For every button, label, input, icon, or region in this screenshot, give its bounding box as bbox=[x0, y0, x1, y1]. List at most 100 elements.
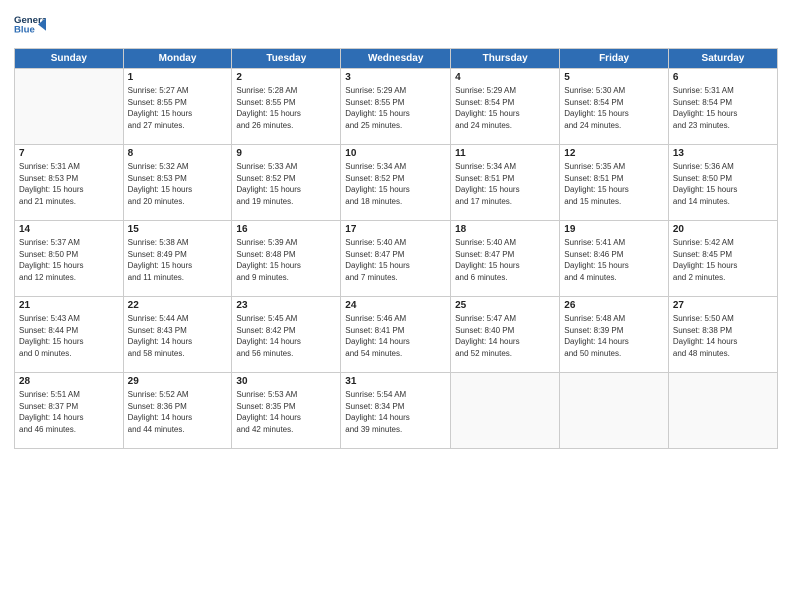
calendar-cell: 23Sunrise: 5:45 AMSunset: 8:42 PMDayligh… bbox=[232, 297, 341, 373]
calendar-cell: 9 Sunrise: 5:33 AMSunset: 8:52 PMDaylight… bbox=[232, 145, 341, 221]
calendar-cell: 20 Sunrise: 5:42 AMSunset: 8:45 PMDayligh… bbox=[668, 221, 777, 297]
column-header-sunday: Sunday bbox=[15, 49, 124, 69]
day-info: Sunrise: 5:30 AMSunset: 8:54 PMDaylight:… bbox=[564, 85, 664, 131]
day-number: 9 bbox=[236, 148, 336, 159]
calendar-cell: 24 Sunrise: 5:46 AMSunset: 8:41 PMDayligh… bbox=[341, 297, 451, 373]
calendar-cell: 30 Sunrise: 5:53 AMSunset: 8:35 PMDayligh… bbox=[232, 373, 341, 449]
calendar-cell: 4 Sunrise: 5:29 AMSunset: 8:54 PMDaylight… bbox=[451, 69, 560, 145]
day-number: 26 bbox=[564, 300, 664, 311]
calendar-cell: 3 Sunrise: 5:29 AMSunset: 8:55 PMDaylight… bbox=[341, 69, 451, 145]
day-info: Sunrise: 5:29 AMSunset: 8:55 PMDaylight:… bbox=[345, 85, 446, 131]
day-info: Sunrise: 5:52 AMSunset: 8:36 PMDaylight:… bbox=[128, 389, 228, 435]
day-info: Sunrise: 5:32 AMSunset: 8:53 PMDaylight:… bbox=[128, 161, 228, 207]
day-number: 16 bbox=[236, 224, 336, 235]
day-info: Sunrise: 5:48 AMSunset: 8:39 PMDaylight:… bbox=[564, 313, 664, 359]
calendar-cell: 14 Sunrise: 5:37 AMSunset: 8:50 PMDayligh… bbox=[15, 221, 124, 297]
day-info: Sunrise: 5:28 AMSunset: 8:55 PMDaylight:… bbox=[236, 85, 336, 131]
day-number: 11 bbox=[455, 148, 555, 159]
calendar-cell: 26 Sunrise: 5:48 AMSunset: 8:39 PMDayligh… bbox=[560, 297, 669, 373]
week-row-4: 21 Sunrise: 5:43 AMSunset: 8:44 PMDayligh… bbox=[15, 297, 778, 373]
column-header-monday: Monday bbox=[123, 49, 232, 69]
day-number: 5 bbox=[564, 72, 664, 83]
calendar-cell: 8 Sunrise: 5:32 AMSunset: 8:53 PMDaylight… bbox=[123, 145, 232, 221]
calendar-cell: 6Sunrise: 5:31 AMSunset: 8:54 PMDaylight… bbox=[668, 69, 777, 145]
calendar-cell: 31Sunrise: 5:54 AMSunset: 8:34 PMDayligh… bbox=[341, 373, 451, 449]
calendar-cell: 12 Sunrise: 5:35 AMSunset: 8:51 PMDayligh… bbox=[560, 145, 669, 221]
day-info: Sunrise: 5:44 AMSunset: 8:43 PMDaylight:… bbox=[128, 313, 228, 359]
day-info: Sunrise: 5:33 AMSunset: 8:52 PMDaylight:… bbox=[236, 161, 336, 207]
calendar-cell: 29 Sunrise: 5:52 AMSunset: 8:36 PMDayligh… bbox=[123, 373, 232, 449]
logo-icon: General Blue bbox=[14, 10, 46, 42]
day-info: Sunrise: 5:35 AMSunset: 8:51 PMDaylight:… bbox=[564, 161, 664, 207]
calendar-cell: 1 Sunrise: 5:27 AMSunset: 8:55 PMDaylight… bbox=[123, 69, 232, 145]
calendar-cell: 2 Sunrise: 5:28 AMSunset: 8:55 PMDaylight… bbox=[232, 69, 341, 145]
calendar-cell: 13 Sunrise: 5:36 AMSunset: 8:50 PMDayligh… bbox=[668, 145, 777, 221]
day-number: 10 bbox=[345, 148, 446, 159]
day-info: Sunrise: 5:40 AMSunset: 8:47 PMDaylight:… bbox=[455, 237, 555, 283]
day-number: 12 bbox=[564, 148, 664, 159]
day-number: 8 bbox=[128, 148, 228, 159]
column-header-tuesday: Tuesday bbox=[232, 49, 341, 69]
week-row-1: 1 Sunrise: 5:27 AMSunset: 8:55 PMDaylight… bbox=[15, 69, 778, 145]
calendar-cell: 5 Sunrise: 5:30 AMSunset: 8:54 PMDaylight… bbox=[560, 69, 669, 145]
calendar-cell: 15 Sunrise: 5:38 AMSunset: 8:49 PMDayligh… bbox=[123, 221, 232, 297]
day-number: 4 bbox=[455, 72, 555, 83]
day-number: 3 bbox=[345, 72, 446, 83]
day-info: Sunrise: 5:53 AMSunset: 8:35 PMDaylight:… bbox=[236, 389, 336, 435]
day-info: Sunrise: 5:51 AMSunset: 8:37 PMDaylight:… bbox=[19, 389, 119, 435]
day-number: 2 bbox=[236, 72, 336, 83]
day-info: Sunrise: 5:38 AMSunset: 8:49 PMDaylight:… bbox=[128, 237, 228, 283]
day-number: 14 bbox=[19, 224, 119, 235]
calendar-cell: 21 Sunrise: 5:43 AMSunset: 8:44 PMDayligh… bbox=[15, 297, 124, 373]
day-info: Sunrise: 5:29 AMSunset: 8:54 PMDaylight:… bbox=[455, 85, 555, 131]
day-info: Sunrise: 5:47 AMSunset: 8:40 PMDaylight:… bbox=[455, 313, 555, 359]
day-info: Sunrise: 5:50 AMSunset: 8:38 PMDaylight:… bbox=[673, 313, 773, 359]
day-number: 20 bbox=[673, 224, 773, 235]
column-header-friday: Friday bbox=[560, 49, 669, 69]
day-number: 15 bbox=[128, 224, 228, 235]
day-number: 30 bbox=[236, 376, 336, 387]
day-number: 19 bbox=[564, 224, 664, 235]
week-row-2: 7Sunrise: 5:31 AMSunset: 8:53 PMDaylight… bbox=[15, 145, 778, 221]
calendar-table: SundayMondayTuesdayWednesdayThursdayFrid… bbox=[14, 48, 778, 449]
day-number: 29 bbox=[128, 376, 228, 387]
svg-text:Blue: Blue bbox=[14, 24, 35, 35]
day-info: Sunrise: 5:36 AMSunset: 8:50 PMDaylight:… bbox=[673, 161, 773, 207]
day-info: Sunrise: 5:34 AMSunset: 8:51 PMDaylight:… bbox=[455, 161, 555, 207]
day-info: Sunrise: 5:39 AMSunset: 8:48 PMDaylight:… bbox=[236, 237, 336, 283]
day-number: 22 bbox=[128, 300, 228, 311]
day-number: 18 bbox=[455, 224, 555, 235]
calendar-cell bbox=[15, 69, 124, 145]
logo: General Blue bbox=[14, 10, 46, 42]
day-number: 7 bbox=[19, 148, 119, 159]
day-number: 31 bbox=[345, 376, 446, 387]
day-info: Sunrise: 5:43 AMSunset: 8:44 PMDaylight:… bbox=[19, 313, 119, 359]
day-number: 21 bbox=[19, 300, 119, 311]
day-info: Sunrise: 5:37 AMSunset: 8:50 PMDaylight:… bbox=[19, 237, 119, 283]
day-number: 17 bbox=[345, 224, 446, 235]
day-info: Sunrise: 5:46 AMSunset: 8:41 PMDaylight:… bbox=[345, 313, 446, 359]
day-info: Sunrise: 5:27 AMSunset: 8:55 PMDaylight:… bbox=[128, 85, 228, 131]
day-number: 13 bbox=[673, 148, 773, 159]
day-number: 27 bbox=[673, 300, 773, 311]
calendar-cell: 28Sunrise: 5:51 AMSunset: 8:37 PMDayligh… bbox=[15, 373, 124, 449]
column-header-wednesday: Wednesday bbox=[341, 49, 451, 69]
calendar-cell: 10 Sunrise: 5:34 AMSunset: 8:52 PMDayligh… bbox=[341, 145, 451, 221]
calendar-cell: 11 Sunrise: 5:34 AMSunset: 8:51 PMDayligh… bbox=[451, 145, 560, 221]
calendar-cell: 16 Sunrise: 5:39 AMSunset: 8:48 PMDayligh… bbox=[232, 221, 341, 297]
header-row: SundayMondayTuesdayWednesdayThursdayFrid… bbox=[15, 49, 778, 69]
calendar-cell: 22 Sunrise: 5:44 AMSunset: 8:43 PMDayligh… bbox=[123, 297, 232, 373]
calendar-cell: 17Sunrise: 5:40 AMSunset: 8:47 PMDayligh… bbox=[341, 221, 451, 297]
day-info: Sunrise: 5:34 AMSunset: 8:52 PMDaylight:… bbox=[345, 161, 446, 207]
day-info: Sunrise: 5:45 AMSunset: 8:42 PMDaylight:… bbox=[236, 313, 336, 359]
calendar-cell bbox=[560, 373, 669, 449]
calendar-cell: 7Sunrise: 5:31 AMSunset: 8:53 PMDaylight… bbox=[15, 145, 124, 221]
day-number: 24 bbox=[345, 300, 446, 311]
calendar-page: General Blue SundayMondayTuesdayWednesda… bbox=[0, 0, 792, 612]
calendar-cell: 18 Sunrise: 5:40 AMSunset: 8:47 PMDayligh… bbox=[451, 221, 560, 297]
day-info: Sunrise: 5:41 AMSunset: 8:46 PMDaylight:… bbox=[564, 237, 664, 283]
day-info: Sunrise: 5:42 AMSunset: 8:45 PMDaylight:… bbox=[673, 237, 773, 283]
calendar-cell bbox=[451, 373, 560, 449]
day-number: 1 bbox=[128, 72, 228, 83]
header: General Blue bbox=[14, 10, 778, 42]
